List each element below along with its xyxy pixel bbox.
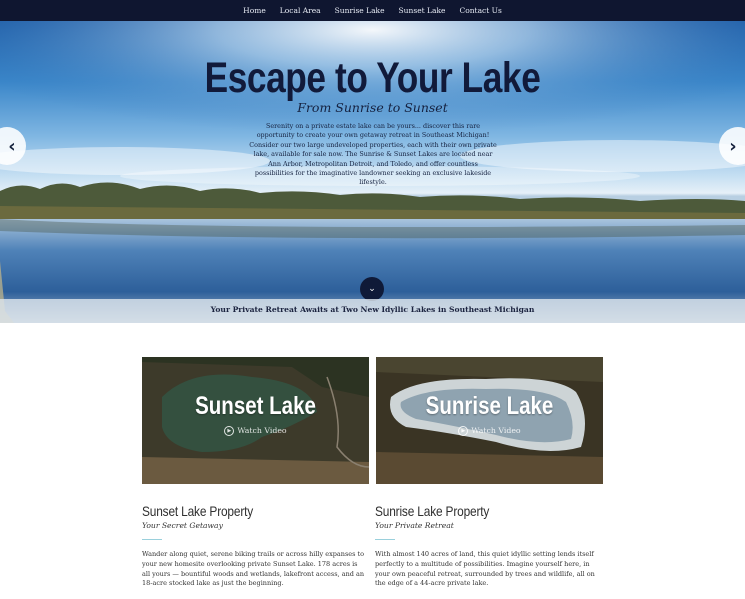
scroll-down-button[interactable]: ⌄ <box>360 277 384 301</box>
nav-sunrise-lake[interactable]: Sunrise Lake <box>328 0 392 21</box>
sunset-lake-video-card[interactable]: Sunset Lake ▶ Watch Video <box>142 357 369 484</box>
nav-sunset-lake[interactable]: Sunset Lake <box>392 0 453 21</box>
chevron-down-icon: ⌄ <box>368 284 376 294</box>
sunrise-property-tagline: Your Private Retreat <box>375 521 454 530</box>
top-navigation: Home Local Area Sunrise Lake Sunset Lake… <box>0 0 745 21</box>
hero-title: Escape to Your Lake <box>204 54 541 102</box>
sunrise-lake-label: Sunrise Lake <box>425 392 554 420</box>
hero-description: Serenity on a private estate lake can be… <box>249 122 497 187</box>
divider <box>142 539 162 540</box>
sunset-property-tagline: Your Secret Getaway <box>142 521 223 530</box>
play-icon: ▶ <box>224 426 235 436</box>
hero-subtitle: From Sunrise to Sunset <box>297 100 448 115</box>
hero-slider: Escape to Your Lake From Sunrise to Suns… <box>0 21 745 323</box>
sunrise-property-title[interactable]: Sunrise Lake Property <box>375 503 489 519</box>
watch-video-link[interactable]: ▶ Watch Video <box>376 426 603 436</box>
hero-tagline-band: Your Private Retreat Awaits at Two New I… <box>0 299 745 323</box>
play-icon: ▶ <box>458 426 469 436</box>
watch-video-label: Watch Video <box>471 426 521 435</box>
chevron-right-icon: › <box>729 135 737 157</box>
watch-video-link[interactable]: ▶ Watch Video <box>142 426 369 436</box>
sunset-lake-label: Sunset Lake <box>195 392 316 420</box>
sunrise-lake-video-card[interactable]: Sunrise Lake ▶ Watch Video <box>376 357 603 484</box>
nav-local-area[interactable]: Local Area <box>273 0 328 21</box>
sunrise-property-description: With almost 140 acres of land, this quie… <box>375 550 595 588</box>
nav-home[interactable]: Home <box>236 0 273 21</box>
sunset-property-title[interactable]: Sunset Lake Property <box>142 503 253 519</box>
chevron-left-icon: ‹ <box>8 135 16 157</box>
watch-video-label: Watch Video <box>237 426 287 435</box>
sunset-property-description: Wander along quiet, serene biking trails… <box>142 550 365 588</box>
nav-contact-us[interactable]: Contact Us <box>452 0 508 21</box>
divider <box>375 539 395 540</box>
